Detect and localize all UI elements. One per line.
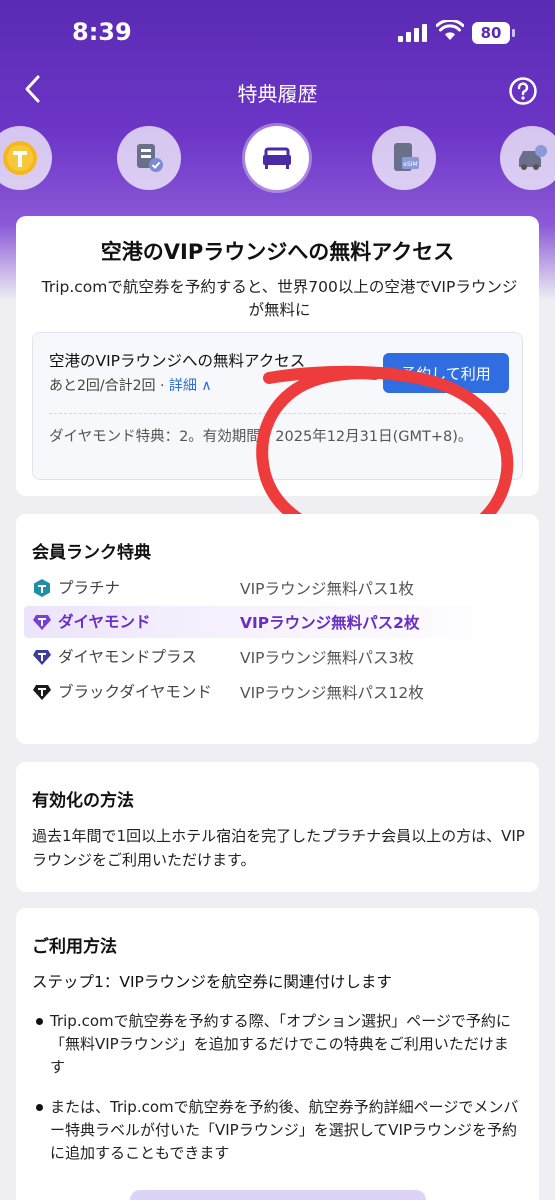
remaining-count: あと2回/合計2回 · <box>49 378 169 394</box>
book-and-use-button[interactable]: 予約して利用 <box>383 353 509 393</box>
member-rank-card: 会員ランク特典 プラチナ VIPラウンジ無料パス1枚 ダイヤモンド VIPラウン… <box>16 514 539 744</box>
usage-bullet: または、Trip.comで航空券を予約後、航空券予約詳細ページでメンバー特典ラベ… <box>50 1098 519 1162</box>
nav-bar: 特典履歴 <box>0 66 555 114</box>
validity-text: ダイヤモンド特典：2。有効期間：2025年12月31日(GMT+8)。 <box>49 429 473 445</box>
bullet-icon <box>36 1104 43 1111</box>
category-lounge[interactable] <box>245 126 309 190</box>
diamond-plus-badge-icon <box>33 650 51 665</box>
bullet-icon <box>36 1018 43 1025</box>
rank-name: ブラックダイヤモンド <box>58 683 212 701</box>
category-ticket[interactable] <box>117 126 181 190</box>
usage-title: ご利用方法 <box>32 937 117 957</box>
vip-lounge-card: 空港のVIPラウンジへの無料アクセス Trip.comで航空券を予約すると、世界… <box>16 216 539 496</box>
usage-step-1: ステップ1：VIPラウンジを航空券に関連付けします <box>32 973 392 991</box>
bottom-action-button[interactable] <box>130 1190 426 1200</box>
rank-name: プラチナ <box>58 579 121 597</box>
wifi-icon <box>436 20 464 40</box>
benefit-count: あと2回/合計2回 · 詳細 ∧ <box>49 375 212 395</box>
status-time: 8:39 <box>72 18 132 46</box>
activation-title: 有効化の方法 <box>32 791 134 811</box>
category-car[interactable] <box>500 126 555 190</box>
help-icon[interactable] <box>508 76 538 106</box>
rank-name: ダイヤモンドプラス <box>58 648 197 666</box>
rank-row-diamond: ダイヤモンド VIPラウンジ無料パス2枚 <box>24 606 524 638</box>
activation-card: 有効化の方法 過去1年間で1回以上ホテル宿泊を完了したプラチナ会員以上の方は、V… <box>16 762 539 892</box>
page-title: 特典履歴 <box>237 82 318 106</box>
benefit-panel: 空港のVIPラウンジへの無料アクセス あと2回/合計2回 · 詳細 ∧ 予約して… <box>32 332 523 480</box>
divider <box>49 413 506 414</box>
rank-name: ダイヤモンド <box>58 613 151 631</box>
benefit-category-carousel: eSIM <box>0 126 555 192</box>
usage-card: ご利用方法 ステップ1：VIPラウンジを航空券に関連付けします Trip.com… <box>16 908 539 1200</box>
rank-row-diamond-plus: ダイヤモンドプラス VIPラウンジ無料パス3枚 <box>24 641 524 673</box>
battery-icon: 80 <box>472 22 515 44</box>
battery-level: 80 <box>480 24 502 42</box>
category-esim[interactable]: eSIM <box>372 126 436 190</box>
usage-bullet: Trip.comで航空券を予約する際、「オプション選択」ページで予約に「無料VI… <box>50 1012 511 1076</box>
rank-section-title: 会員ランク特典 <box>32 543 151 563</box>
rank-benefit: VIPラウンジ無料パス2枚 <box>240 614 420 632</box>
details-link[interactable]: 詳細 ∧ <box>169 378 212 394</box>
ticket-icon <box>137 144 163 172</box>
car-icon <box>519 145 547 170</box>
category-coins[interactable] <box>0 126 52 190</box>
rank-row-black-diamond: ブラックダイヤモンド VIPラウンジ無料パス12枚 <box>24 676 524 726</box>
svg-text:eSIM: eSIM <box>403 161 417 168</box>
black-diamond-badge-icon <box>33 685 51 700</box>
signal-icon <box>398 24 427 42</box>
trip-coin-icon <box>3 141 37 175</box>
status-bar: 8:39 80 <box>0 0 555 66</box>
rank-benefit: VIPラウンジ無料パス1枚 <box>240 580 414 598</box>
card-title: 空港のVIPラウンジへの無料アクセス <box>100 240 455 264</box>
diamond-badge-icon <box>33 615 51 630</box>
esim-icon: eSIM <box>394 143 419 171</box>
lounge-sofa-icon <box>263 147 291 169</box>
platinum-badge-icon <box>34 579 50 597</box>
activation-text: 過去1年間で1回以上ホテル宿泊を完了したプラチナ会員以上の方は、VIPラウンジを… <box>32 827 525 869</box>
rank-row-platinum: プラチナ VIPラウンジ無料パス1枚 <box>24 572 524 604</box>
card-description: Trip.comで航空券を予約すると、世界700以上の空港でVIPラウンジが無料… <box>41 278 518 319</box>
benefit-title: 空港のVIPラウンジへの無料アクセス <box>49 352 306 370</box>
rank-benefit: VIPラウンジ無料パス3枚 <box>240 649 414 667</box>
rank-benefit: VIPラウンジ無料パス12枚 <box>240 684 424 702</box>
